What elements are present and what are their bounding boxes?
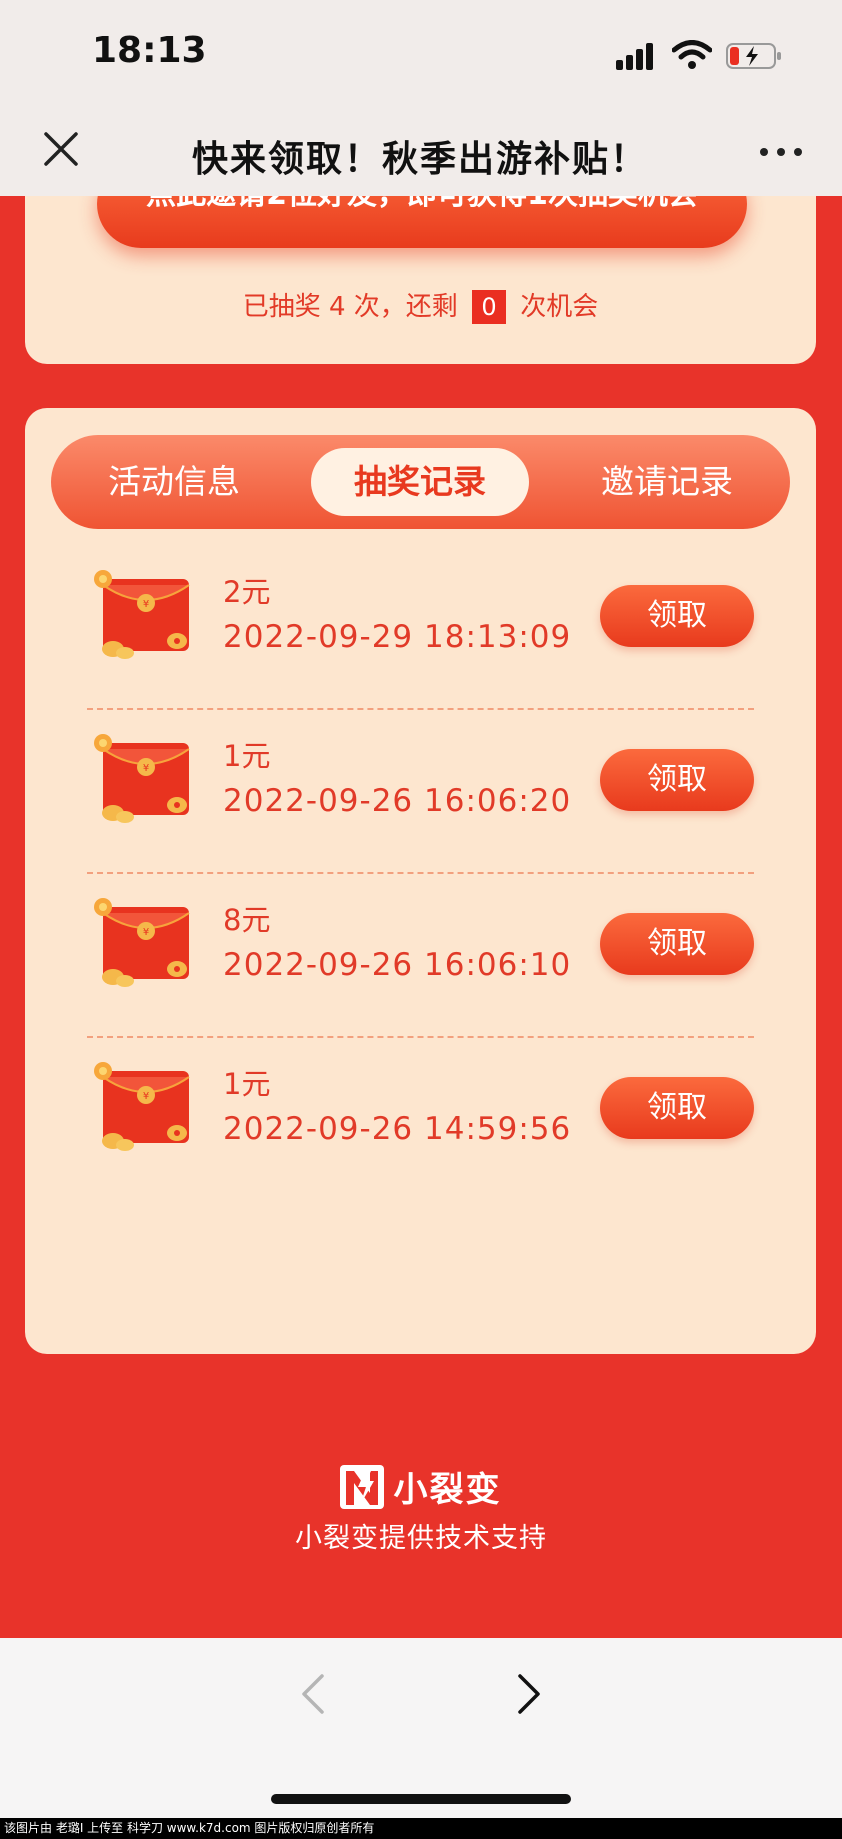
record-time: 2022-09-26 14:59:56 (223, 1111, 572, 1147)
list-item: ¥ 8元 2022-09-26 16:06:10 领取 (25, 881, 816, 1045)
chevron-left-icon[interactable] (296, 1674, 330, 1714)
tab-activity-info[interactable]: 活动信息 (51, 435, 297, 529)
lottery-count-text: 已抽奖 4 次，还剩 0 次机会 (25, 286, 816, 324)
brand-logo: 小裂变 (0, 1462, 842, 1510)
list-item: ¥ 1元 2022-09-26 14:59:56 领取 (25, 1045, 816, 1209)
divider (87, 1036, 754, 1038)
home-indicator (271, 1794, 571, 1804)
status-bar: 18:13 (0, 0, 842, 110)
red-envelope-icon: ¥ (94, 570, 190, 659)
list-item: ¥ 2元 2022-09-29 18:13:09 领取 (25, 553, 816, 717)
browser-toolbar (0, 1638, 842, 1818)
red-envelope-icon: ¥ (94, 734, 190, 823)
page-title: 快来领取！秋季出游补贴！ (191, 139, 648, 180)
svg-text:¥: ¥ (143, 599, 149, 610)
count-suffix: 次机会 (520, 292, 599, 322)
svg-text:¥: ¥ (143, 1091, 149, 1102)
watermark: 该图片由 老璐I 上传至 科学刀 www.k7d.com 图片版权归原创者所有 (0, 1818, 842, 1839)
tech-support-text: 小裂变提供技术支持 (295, 1523, 547, 1554)
record-amount: 1元 (223, 739, 271, 773)
record-time: 2022-09-26 16:06:20 (223, 783, 572, 819)
red-envelope-icon: ¥ (94, 898, 190, 987)
divider (87, 872, 754, 874)
record-amount: 8元 (223, 903, 271, 937)
svg-text:¥: ¥ (143, 763, 149, 774)
status-time: 18:13 (92, 30, 207, 71)
cellular-signal-icon (616, 42, 658, 70)
record-amount: 2元 (223, 575, 271, 609)
record-time: 2022-09-26 16:06:10 (223, 947, 572, 983)
tab-invite-records[interactable]: 邀请记录 (544, 435, 790, 529)
battery-icon (726, 43, 781, 69)
list-item: ¥ 1元 2022-09-26 16:06:20 领取 (25, 717, 816, 881)
red-envelope-icon: ¥ (94, 1062, 190, 1151)
nav-bar: 快来领取！秋季出游补贴！ (0, 110, 842, 196)
claim-button[interactable]: 领取 (600, 1077, 754, 1139)
brand-logo-icon (340, 1464, 385, 1509)
count-prefix: 已抽奖 4 次，还剩 (242, 292, 458, 322)
close-icon[interactable] (40, 128, 82, 170)
claim-button[interactable]: 领取 (600, 749, 754, 811)
chevron-right-icon[interactable] (512, 1674, 546, 1714)
claim-button[interactable]: 领取 (600, 913, 754, 975)
records-panel: 活动信息 抽奖记录 邀请记录 ¥ 2元 2022-09-29 18:13:09 … (25, 408, 816, 1354)
divider (87, 708, 754, 710)
record-amount: 1元 (223, 1067, 271, 1101)
wifi-icon (672, 40, 712, 69)
tab-bar: 活动信息 抽奖记录 邀请记录 (51, 435, 790, 529)
claim-button[interactable]: 领取 (600, 585, 754, 647)
remaining-count-badge: 0 (472, 290, 507, 324)
brand-name: 小裂变 (393, 1470, 502, 1510)
more-icon[interactable] (760, 148, 804, 158)
tab-lottery-records[interactable]: 抽奖记录 (311, 448, 529, 516)
svg-text:¥: ¥ (143, 927, 149, 938)
record-time: 2022-09-29 18:13:09 (223, 619, 572, 655)
